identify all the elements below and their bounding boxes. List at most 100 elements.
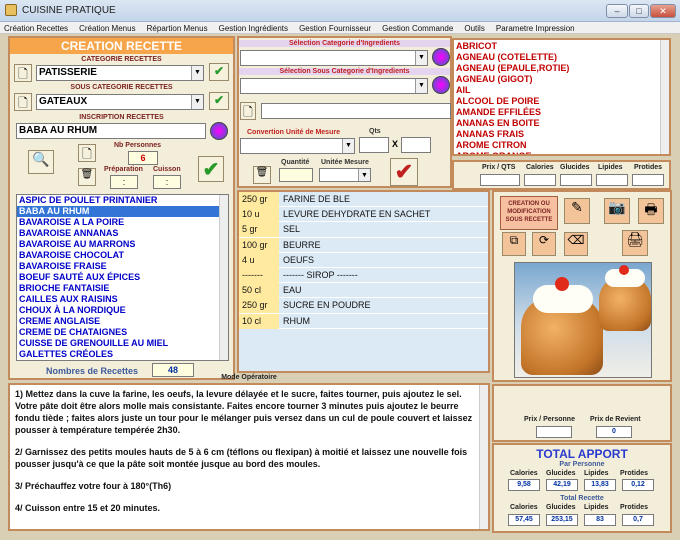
recipe-list-item[interactable]: BAVAROISE A LA POIRE — [17, 217, 228, 228]
unite-select[interactable]: ▼ — [319, 168, 371, 182]
ingredient-input[interactable] — [261, 103, 451, 119]
scanner-button[interactable]: 🖶 — [638, 198, 664, 224]
validate-recette-button[interactable]: ✔ — [198, 156, 224, 182]
recipe-list[interactable]: ASPIC DE POULET PRINTANIER BABA AU RHUM BA… — [16, 194, 229, 361]
ingredient-list-item[interactable]: ABRICOT — [454, 41, 669, 52]
ingredient-list-item[interactable]: AIL — [454, 85, 669, 96]
ingredient-list-item[interactable]: ALCOOL DE POIRE — [454, 96, 669, 107]
categorie-value: PATISSERIE — [39, 67, 97, 78]
mode-operatoire-text[interactable]: 1) Mettez dans la cuve la farine, les oe… — [8, 383, 490, 531]
nb-personnes-input[interactable]: 6 — [128, 151, 158, 165]
qts-input[interactable] — [359, 137, 389, 153]
table-row[interactable]: 5 gr SEL — [239, 222, 488, 238]
recipe-list-item[interactable]: ASPIC DE POULET PRINTANIER — [17, 195, 228, 206]
menu-repartion-menus[interactable]: Répartion Menus — [143, 23, 212, 35]
table-row[interactable]: 50 cl EAU — [239, 283, 488, 299]
sous-categorie-ingredient-select[interactable]: ▼ — [240, 78, 428, 94]
validate-sous-categorie-button[interactable]: ✔ — [209, 92, 229, 110]
sous-categorie-select[interactable]: GATEAUX ▼ — [36, 94, 204, 110]
recipe-list-item[interactable]: CREME ANGLAISE — [17, 316, 228, 327]
recipe-list-item[interactable]: GARBURE — [17, 360, 228, 361]
recipe-list-item[interactable]: BRIOCHE FANTAISIE — [17, 283, 228, 294]
edit-button[interactable]: ✎ — [564, 198, 590, 224]
ingredient-list-item[interactable]: ANANAS EN BOITE — [454, 118, 669, 129]
chevron-down-icon[interactable]: ▼ — [415, 79, 427, 93]
chevron-down-icon[interactable]: ▼ — [342, 139, 354, 153]
add-ingredient-button[interactable]: ✔ — [390, 158, 418, 186]
copy-button[interactable]: ⧉ — [502, 232, 526, 256]
menu-creation-recettes[interactable]: Création Recettes — [0, 23, 72, 35]
table-row[interactable]: ------- ------- SIROP ------- — [239, 267, 488, 284]
categorie-ingredient-select[interactable]: ▼ — [240, 50, 428, 66]
scrollbar[interactable] — [219, 195, 228, 360]
validate-categorie-button[interactable]: ✔ — [209, 63, 229, 81]
globe-icon[interactable] — [432, 48, 450, 66]
camera-button[interactable]: 📷 — [604, 198, 630, 224]
new-doc-icon[interactable]: 🗋 — [240, 102, 256, 120]
menu-gestion-fournisseur[interactable]: Gestion Fournisseur — [295, 23, 375, 35]
trash-icon[interactable]: 🗑 — [78, 168, 96, 186]
ingredient-list[interactable]: ABRICOT AGNEAU (COTELETTE) AGNEAU (EPAULE,… — [452, 38, 671, 156]
recipe-list-item[interactable]: BAVAROISE AU MARRONS — [17, 239, 228, 250]
recipe-list-item[interactable]: BAVAROISE ANNANAS — [17, 228, 228, 239]
total-apport-panel: TOTAL APPORT Par Personne Calories Gluci… — [492, 443, 672, 533]
chevron-down-icon[interactable]: ▼ — [358, 169, 370, 181]
table-row[interactable]: 100 gr BEURRE — [239, 237, 488, 253]
recipe-list-item[interactable]: CREME DE CHATAIGNES — [17, 327, 228, 338]
globe-icon[interactable] — [432, 76, 450, 94]
minimize-button[interactable]: – — [606, 4, 628, 18]
table-row[interactable]: 250 gr FARINE DE BLE — [239, 192, 488, 208]
inscription-input[interactable]: BABA AU RHUM — [16, 123, 206, 139]
close-button[interactable]: ✕ — [650, 4, 676, 18]
new-doc-icon[interactable]: 🗋 — [78, 144, 96, 162]
maximize-button[interactable]: □ — [629, 4, 649, 18]
ingredient-list-item[interactable]: AROME ORANGE — [454, 151, 669, 154]
menu-creation-menus[interactable]: Création Menus — [75, 23, 139, 35]
menu-outils[interactable]: Outils — [460, 23, 488, 35]
table-row[interactable]: 10 cl RHUM — [239, 313, 488, 329]
tr-lipides-label: Lipides — [584, 504, 609, 511]
ingredient-list-item[interactable]: AGNEAU (GIGOT) — [454, 74, 669, 85]
chevron-down-icon[interactable]: ▼ — [191, 95, 203, 109]
pp-lipides-label: Lipides — [584, 470, 609, 477]
menu-gestion-commande[interactable]: Gestion Commande — [378, 23, 457, 35]
ingredient-list-item[interactable]: ANANAS FRAIS — [454, 129, 669, 140]
table-row[interactable]: 4 u OEUFS — [239, 252, 488, 268]
ingredient-list-item[interactable]: AMANDE EFFILÉES — [454, 107, 669, 118]
menu-gestion-ingredients[interactable]: Gestion Ingrédients — [215, 23, 292, 35]
recipe-list-item[interactable]: CHOUX À LA NORDIQUE — [17, 305, 228, 316]
preparation-input[interactable]: : — [110, 175, 138, 189]
table-row[interactable]: 10 u LEVURE DEHYDRATE EN SACHET — [239, 207, 488, 223]
eraser-button[interactable]: ⌫ — [564, 232, 588, 256]
qts-multiplier-input[interactable] — [401, 137, 431, 153]
tr-calories-value: 57,45 — [508, 514, 540, 526]
globe-icon[interactable] — [210, 122, 228, 140]
quantite-input[interactable] — [279, 168, 313, 182]
table-row[interactable]: 250 gr SUCRE EN POUDRE — [239, 298, 488, 314]
categorie-select[interactable]: PATISSERIE ▼ — [36, 65, 204, 81]
print-button[interactable]: 🖨 — [622, 230, 648, 256]
recipe-list-item[interactable]: BABA AU RHUM — [17, 206, 228, 217]
conversion-select[interactable]: ▼ — [240, 138, 355, 154]
new-doc-icon[interactable]: 🗋 — [14, 64, 32, 82]
scrollbar[interactable] — [479, 385, 488, 529]
cuisson-input[interactable]: : — [153, 175, 181, 189]
ingredient-table[interactable]: 250 gr FARINE DE BLE 10 u LEVURE DEHYDRATE … — [239, 192, 488, 329]
recipe-list-item[interactable]: BOEUF SAUTÉ AUX ÉPICES — [17, 272, 228, 283]
trash-icon[interactable]: 🗑 — [253, 166, 271, 184]
ingredient-list-item[interactable]: AGNEAU (EPAULE,ROTIE) — [454, 63, 669, 74]
recipe-list-item[interactable]: GALETTES CRÉOLES — [17, 349, 228, 360]
search-button[interactable]: 🔍 — [28, 150, 54, 174]
menu-parametre-impression[interactable]: Parametre Impression — [492, 23, 579, 35]
ingredient-list-item[interactable]: AGNEAU (COTELETTE) — [454, 52, 669, 63]
recipe-list-item[interactable]: CAILLES AUX RAISINS — [17, 294, 228, 305]
refresh-button[interactable]: ⟳ — [532, 232, 556, 256]
chevron-down-icon[interactable]: ▼ — [191, 66, 203, 80]
chevron-down-icon[interactable]: ▼ — [415, 51, 427, 65]
ingredient-list-item[interactable]: AROME CITRON — [454, 140, 669, 151]
recipe-list-item[interactable]: CUISSE DE GRENOUILLE AU MIEL — [17, 338, 228, 349]
recipe-list-item[interactable]: BAVAROISE FRAISE — [17, 261, 228, 272]
new-doc-icon[interactable]: 🗋 — [14, 93, 32, 111]
scrollbar[interactable] — [660, 40, 669, 154]
recipe-list-item[interactable]: BAVAROISE CHOCOLAT — [17, 250, 228, 261]
